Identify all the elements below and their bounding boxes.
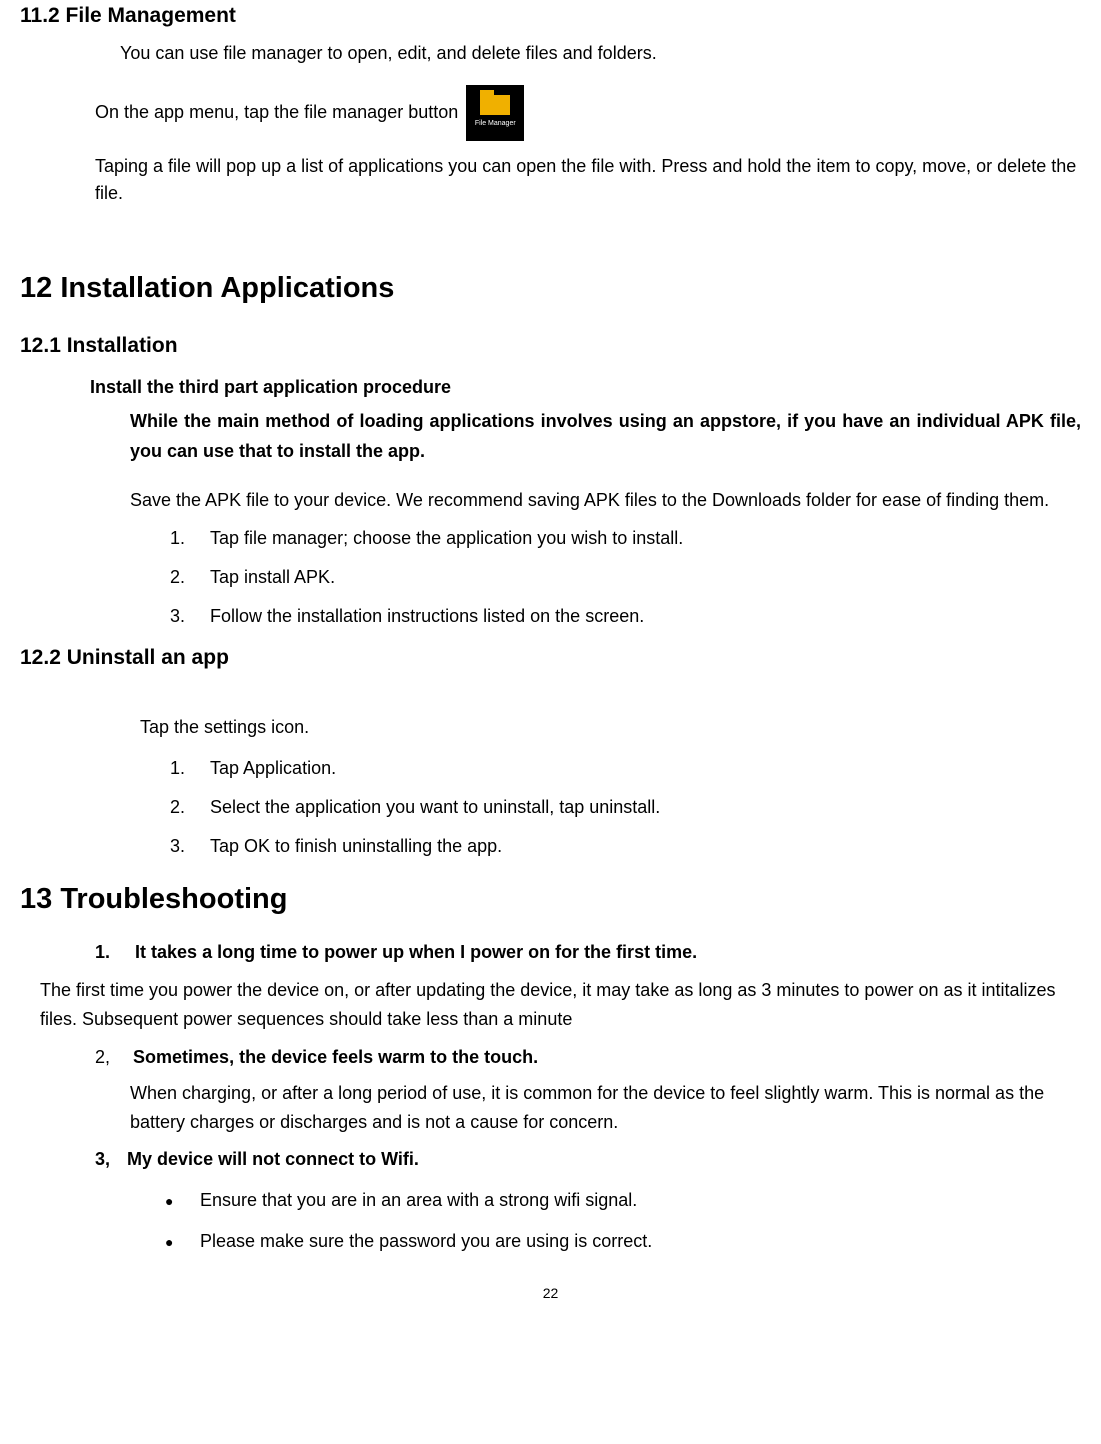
- step-number: 1.: [170, 525, 210, 552]
- section-13-heading: 13 Troubleshooting: [20, 878, 1081, 922]
- trouble-2-title: Sometimes, the device feels warm to the …: [133, 1047, 538, 1067]
- install-procedure-title: Install the third part application proce…: [90, 374, 1081, 401]
- trouble-item-1: 1. It takes a long time to power up when…: [95, 939, 1081, 966]
- section-11-2-heading: 11.2 File Management: [20, 0, 1081, 32]
- section-12-heading: 12 Installation Applications: [20, 267, 1081, 311]
- step-text: Select the application you want to unins…: [210, 794, 660, 821]
- step-text: Tap OK to finish uninstalling the app.: [210, 833, 502, 860]
- list-item: ● Please make sure the password you are …: [165, 1228, 1081, 1255]
- trouble-1-title: It takes a long time to power up when I …: [135, 942, 697, 962]
- trouble-item-3: 3, My device will not connect to Wifi.: [95, 1146, 1081, 1173]
- folder-icon: [480, 95, 510, 115]
- step-number: 3.: [170, 833, 210, 860]
- step-number: 3.: [170, 603, 210, 630]
- step-number: 1.: [170, 755, 210, 782]
- trouble-3-title: My device will not connect to Wifi.: [127, 1149, 419, 1169]
- bullet-icon: ●: [165, 1232, 200, 1253]
- icon-row: On the app menu, tap the file manager bu…: [95, 85, 1081, 141]
- trouble-item-2: 2, Sometimes, the device feels warm to t…: [95, 1044, 1081, 1071]
- bullet-text: Ensure that you are in an area with a st…: [200, 1187, 637, 1214]
- step-number: 2.: [170, 564, 210, 591]
- file-manager-label: File Manager: [475, 119, 516, 130]
- list-item: 1. Tap file manager; choose the applicat…: [170, 525, 1081, 552]
- step-text: Tap file manager; choose the application…: [210, 525, 683, 552]
- uninstall-steps-list: 1. Tap Application. 2. Select the applic…: [170, 755, 1081, 860]
- step-text: Tap install APK.: [210, 564, 335, 591]
- bullet-text: Please make sure the password you are us…: [200, 1228, 652, 1255]
- section-12-2-heading: 12.2 Uninstall an app: [20, 642, 1081, 674]
- trouble-2-body: When charging, or after a long period of…: [130, 1079, 1081, 1137]
- section-11-2-p3: Taping a file will pop up a list of appl…: [95, 153, 1081, 207]
- step-text: Follow the installation instructions lis…: [210, 603, 644, 630]
- section-11-2-p1: You can use file manager to open, edit, …: [120, 40, 1081, 67]
- install-steps-list: 1. Tap file manager; choose the applicat…: [170, 525, 1081, 630]
- section-12-1-heading: 12.1 Installation: [20, 330, 1081, 362]
- bullet-icon: ●: [165, 1191, 200, 1212]
- uninstall-lead: Tap the settings icon.: [140, 714, 1081, 741]
- list-item: 2. Tap install APK.: [170, 564, 1081, 591]
- list-item: ● Ensure that you are in an area with a …: [165, 1187, 1081, 1214]
- list-item: 1. Tap Application.: [170, 755, 1081, 782]
- trouble-1-body: The first time you power the device on, …: [40, 976, 1081, 1034]
- trouble-2-num: 2,: [95, 1047, 110, 1067]
- install-para: Save the APK file to your device. We rec…: [130, 485, 1081, 516]
- wifi-bullets: ● Ensure that you are in an area with a …: [165, 1187, 1081, 1255]
- list-item: 3. Tap OK to finish uninstalling the app…: [170, 833, 1081, 860]
- section-11-2-p2: On the app menu, tap the file manager bu…: [95, 99, 458, 126]
- step-number: 2.: [170, 794, 210, 821]
- trouble-1-num: 1.: [95, 942, 110, 962]
- list-item: 2. Select the application you want to un…: [170, 794, 1081, 821]
- page-number: 22: [20, 1283, 1081, 1304]
- install-bold-para: While the main method of loading applica…: [130, 406, 1081, 467]
- file-manager-icon: File Manager: [466, 85, 524, 141]
- step-text: Tap Application.: [210, 755, 336, 782]
- list-item: 3. Follow the installation instructions …: [170, 603, 1081, 630]
- trouble-3-num: 3,: [95, 1149, 110, 1169]
